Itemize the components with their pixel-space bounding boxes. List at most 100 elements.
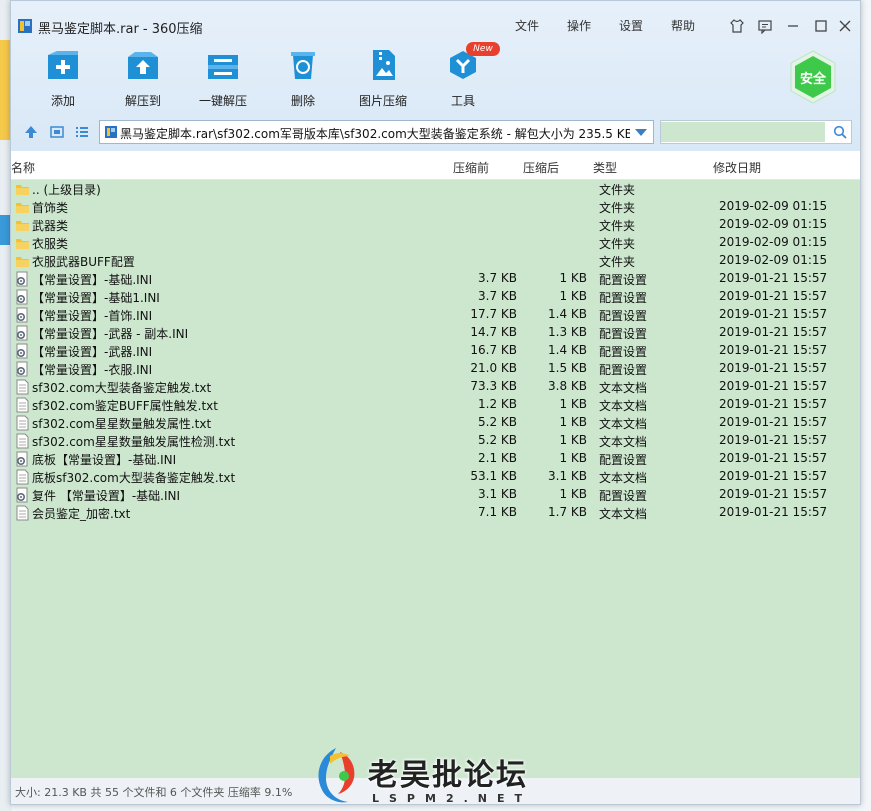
column-type[interactable]: 类型: [593, 159, 617, 176]
add-button[interactable]: 添加: [31, 49, 95, 109]
file-row[interactable]: 武器类 文件夹 2019-02-09 01:15: [11, 216, 860, 234]
file-type: 文本文档: [599, 381, 648, 395]
column-size-before[interactable]: 压缩前: [453, 159, 489, 176]
extract-to-icon: [128, 52, 158, 79]
file-name: 复件 【常量设置】-基础.INI: [32, 489, 181, 503]
search-input[interactable]: [661, 122, 825, 142]
file-size-after: 1.5 KB: [548, 361, 587, 375]
thumbnail-view-icon[interactable]: [49, 124, 65, 140]
ini-file-icon: [16, 289, 28, 305]
maximize-button[interactable]: [813, 18, 829, 34]
file-size-after: 1 KB: [559, 397, 587, 411]
skin-button[interactable]: [729, 18, 745, 34]
file-date: 2019-01-21 15:57: [719, 397, 828, 411]
menu-operation[interactable]: 操作: [567, 17, 591, 34]
column-name[interactable]: 名称: [11, 159, 35, 176]
menu-help[interactable]: 帮助: [671, 17, 695, 34]
file-type: 配置设置: [599, 273, 648, 287]
file-type: 配置设置: [599, 363, 648, 377]
file-type: 文本文档: [599, 417, 648, 431]
window-title: 黑马鉴定脚本.rar - 360压缩: [38, 22, 203, 37]
file-row[interactable]: 衣服类 文件夹 2019-02-09 01:15: [11, 234, 860, 252]
file-row[interactable]: sf302.com大型装备鉴定触发.txt 73.3 KB 3.8 KB 文本文档 20…: [11, 378, 860, 396]
file-row[interactable]: sf302.com星星数量触发属性.txt 5.2 KB 1 KB 文本文档 2019-…: [11, 414, 860, 432]
file-date: 2019-01-21 15:57: [719, 289, 828, 303]
file-row[interactable]: 复件 【常量设置】-基础.INI 3.1 KB 1 KB 配置设置 2019-01-21…: [11, 486, 860, 504]
file-row[interactable]: 【常量设置】-武器 - 副本.INI 14.7 KB 1.3 KB 配置设置 2019-…: [11, 324, 860, 342]
ini-file-icon: [16, 325, 28, 341]
file-type: 文本文档: [599, 507, 648, 521]
file-row[interactable]: .. (上级目录) 文件夹: [11, 180, 860, 198]
file-row[interactable]: 【常量设置】-基础.INI 3.7 KB 1 KB 配置设置 2019-01-21 15…: [11, 270, 860, 288]
file-row[interactable]: 【常量设置】-衣服.INI 21.0 KB 1.5 KB 配置设置 2019-01-21…: [11, 360, 860, 378]
recycle-bin-icon: [291, 52, 315, 79]
forum-watermark: 老吴批论坛 LSPM2.NET: [302, 740, 572, 810]
file-row[interactable]: 首饰类 文件夹 2019-02-09 01:15: [11, 198, 860, 216]
file-row[interactable]: 底板sf302.com大型装备鉴定触发.txt 53.1 KB 3.1 KB 文本文档…: [11, 468, 860, 486]
file-date: 2019-01-21 15:57: [719, 343, 828, 357]
image-compress-button[interactable]: 图片压缩: [351, 49, 415, 109]
file-type: 配置设置: [599, 453, 648, 467]
delete-button[interactable]: 删除: [271, 49, 335, 109]
one-click-extract-icon: [208, 55, 238, 79]
file-row[interactable]: 衣服武器BUFF配置 文件夹 2019-02-09 01:15: [11, 252, 860, 270]
file-name: 武器类: [32, 219, 69, 233]
file-date: 2019-01-21 15:57: [719, 415, 828, 429]
file-size-before: 14.7 KB: [470, 325, 517, 339]
file-size-before: 5.2 KB: [478, 415, 517, 429]
file-row[interactable]: sf302.com星星数量触发属性检测.txt 5.2 KB 1 KB 文本文档 201…: [11, 432, 860, 450]
file-size-before: 3.7 KB: [478, 271, 517, 285]
search-box[interactable]: [660, 120, 852, 144]
list-view-icon[interactable]: [74, 124, 90, 140]
file-name: sf302.com鉴定BUFF属性触发.txt: [32, 399, 218, 413]
column-size-after[interactable]: 压缩后: [523, 159, 559, 176]
file-row[interactable]: 底板【常量设置】-基础.INI 2.1 KB 1 KB 配置设置 2019-01-21 …: [11, 450, 860, 468]
file-size-before: 7.1 KB: [478, 505, 517, 519]
column-modified[interactable]: 修改日期: [713, 159, 761, 176]
file-name: 衣服武器BUFF配置: [32, 255, 135, 269]
delete-label: 删除: [290, 94, 315, 108]
file-type: 文件夹: [599, 219, 636, 233]
one-click-extract-button[interactable]: 一键解压: [191, 49, 255, 109]
file-size-before: 2.1 KB: [478, 451, 517, 465]
menu-file[interactable]: 文件: [515, 17, 539, 34]
file-row[interactable]: sf302.com鉴定BUFF属性触发.txt 1.2 KB 1 KB 文本文档 201…: [11, 396, 860, 414]
close-button[interactable]: [837, 18, 853, 34]
folder-icon: [16, 221, 29, 231]
file-size-after: 1 KB: [559, 271, 587, 285]
file-name: 首饰类: [32, 201, 69, 215]
file-name: sf302.com星星数量触发属性检测.txt: [32, 435, 236, 449]
file-name: 【常量设置】-武器.INI: [32, 345, 153, 359]
folder-icon: [16, 239, 29, 249]
minimize-button[interactable]: [785, 18, 801, 34]
shirt-icon: [730, 19, 744, 33]
file-row[interactable]: 【常量设置】-武器.INI 16.7 KB 1.4 KB 配置设置 2019-01-21…: [11, 342, 860, 360]
up-directory-icon[interactable]: [23, 124, 39, 140]
file-name: 【常量设置】-首饰.INI: [32, 309, 153, 323]
extract-to-button[interactable]: 解压到: [111, 49, 175, 109]
file-size-after: 1.4 KB: [548, 307, 587, 321]
feedback-button[interactable]: [757, 18, 773, 34]
file-row[interactable]: 会员鉴定_加密.txt 7.1 KB 1.7 KB 文本文档 2019-01-21 15…: [11, 504, 860, 522]
search-icon[interactable]: [833, 125, 847, 139]
file-date: 2019-01-21 15:57: [719, 487, 828, 501]
file-row[interactable]: 【常量设置】-首饰.INI 17.7 KB 1.4 KB 配置设置 2019-01-21…: [11, 306, 860, 324]
file-size-after: 1.7 KB: [548, 505, 587, 519]
file-type: 文本文档: [599, 399, 648, 413]
file-row[interactable]: 【常量设置】-基础1.INI 3.7 KB 1 KB 配置设置 2019-01-21 1…: [11, 288, 860, 306]
security-status-badge[interactable]: 安全: [788, 49, 838, 105]
tools-button[interactable]: 工具: [431, 49, 495, 109]
file-name: 底板【常量设置】-基础.INI: [32, 453, 177, 467]
file-date: 2019-01-21 15:57: [719, 505, 828, 519]
archive-app-icon: [18, 19, 32, 33]
file-name: 【常量设置】-基础1.INI: [32, 291, 160, 305]
file-type: 配置设置: [599, 291, 648, 305]
file-list[interactable]: .. (上级目录) 文件夹 首饰类 文件夹 2019-02-09 01:15 武器类 文件夹…: [11, 180, 860, 778]
address-bar[interactable]: 黑马鉴定脚本.rar\sf302.com军哥版本库\sf302.com大型装备鉴…: [99, 120, 654, 144]
file-date: 2019-02-09 01:15: [719, 235, 828, 249]
chevron-down-icon[interactable]: [635, 129, 647, 136]
watermark-title: 老吴批论坛: [368, 758, 528, 793]
file-size-after: 1 KB: [559, 433, 587, 447]
add-label: 添加: [50, 94, 75, 108]
menu-settings[interactable]: 设置: [619, 17, 643, 34]
